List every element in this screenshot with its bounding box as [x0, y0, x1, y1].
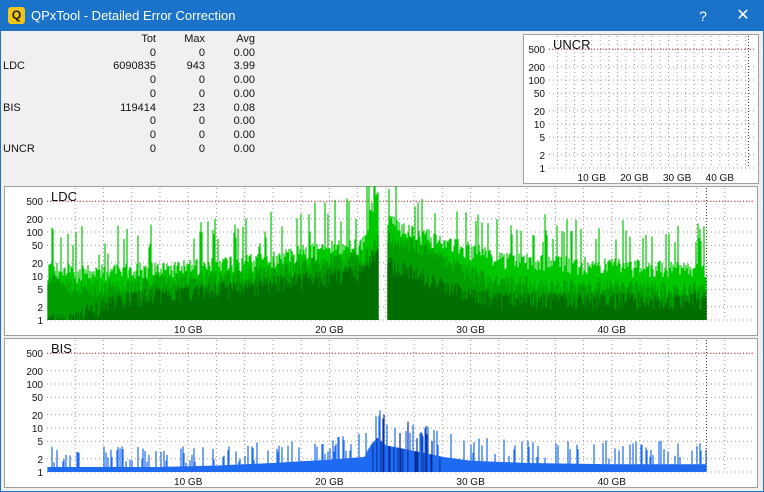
bis-ytick-label: 10	[32, 424, 44, 435]
stats-header-row: Tot Max Avg	[3, 33, 255, 47]
stats-row: 0 0 0.00	[3, 47, 255, 61]
stats-row: 0 0 0.00	[3, 88, 255, 102]
stats-max: 943	[186, 60, 205, 73]
ldc-title: LDC	[51, 189, 77, 204]
bis-xtick-label: 40 GB	[598, 477, 627, 488]
stats-row: 0 0 0.00	[3, 129, 255, 143]
stats-row: 0 0 0.00	[3, 115, 255, 129]
stats-row: UNCR 0 0 0.00	[3, 143, 255, 157]
close-button[interactable]: ✕	[731, 5, 755, 27]
ldc-ytick-label: 100	[26, 228, 43, 239]
stats-max: 0	[198, 142, 205, 155]
stats-label: UNCR	[3, 142, 35, 155]
bis-ytick-label: 20	[32, 411, 44, 422]
stats-tot: 119414	[120, 101, 156, 114]
stats-tot: 0	[149, 142, 156, 155]
stats-max: 0	[198, 128, 205, 141]
stats-max: 0	[198, 74, 205, 87]
stats-avg: 0.00	[233, 128, 255, 141]
ldc-ytick-label: 200	[26, 215, 43, 226]
stats-row: BIS 119414 23 0.08	[3, 102, 255, 116]
stats-avg: 0.00	[233, 115, 255, 128]
uncr-ytick-label: 200	[528, 63, 545, 74]
stats-avg: 0.00	[233, 142, 255, 155]
bis-xtick-label: 10 GB	[174, 477, 203, 488]
qpxtool-window: Q QPxTool - Detailed Error Correction ? …	[0, 0, 764, 492]
stats-tot: 0	[149, 115, 156, 128]
title-bar: Q QPxTool - Detailed Error Correction ? …	[1, 1, 763, 31]
ldc-xtick-label: 20 GB	[315, 325, 344, 336]
stats-avg: 0.00	[233, 87, 255, 100]
stats-row: 0 0 0.00	[3, 74, 255, 88]
uncr-xtick-label: 40 GB	[706, 173, 735, 184]
ldc-xtick-label: 30 GB	[456, 325, 485, 336]
uncr-ytick-label: 100	[528, 76, 545, 87]
ldc-xtick-label: 40 GB	[598, 325, 627, 336]
ldc-chart: 500 200 100 50 20 10 5 2 1 10 GB 20 GB 30 GB 40 GB LD…	[4, 186, 758, 336]
ldc-ytick-label: 1	[37, 316, 43, 327]
ldc-ytick-label: 5	[37, 285, 43, 296]
bis-ytick-label: 100	[26, 380, 43, 391]
ldc-xtick-label: 10 GB	[174, 325, 203, 336]
bis-xtick-label: 30 GB	[456, 477, 485, 488]
uncr-ytick-label: 500	[528, 45, 545, 56]
stats-avg: 0.00	[233, 74, 255, 87]
stats-max: 0	[198, 87, 205, 100]
bis-chart: 500 200 100 50 20 10 5 2 1 10 GB 20 GB 30 GB 40 GB BI…	[4, 338, 758, 488]
stats-label	[3, 88, 59, 102]
stats-label	[3, 74, 59, 88]
stats-tot: 0	[149, 74, 156, 87]
stats-tot: 0	[149, 128, 156, 141]
ldc-ytick-label: 50	[32, 241, 44, 252]
uncr-xtick-label: 20 GB	[620, 173, 649, 184]
window-title: QPxTool - Detailed Error Correction	[31, 8, 236, 23]
stats-max: 0	[198, 115, 205, 128]
stats-avg: 0.00	[233, 46, 255, 59]
uncr-frame	[523, 34, 759, 184]
stats-label	[3, 47, 59, 61]
uncr-ytick-label: 1	[539, 164, 545, 175]
uncr-xtick-label: 10 GB	[578, 173, 607, 184]
uncr-xtick-label: 30 GB	[663, 173, 692, 184]
error-stats-table: Tot Max Avg 0 0 0.00 LDC 6090835 943 3.99 0 0 0.0…	[3, 33, 255, 156]
stats-label: BIS	[3, 101, 21, 114]
ldc-ytick-label: 20	[32, 259, 44, 270]
bis-ytick-label: 200	[26, 367, 43, 378]
uncr-ytick-label: 10	[534, 120, 546, 131]
stats-max: 23	[192, 101, 205, 114]
bis-ytick-label: 500	[26, 349, 43, 360]
stats-label	[3, 115, 59, 129]
bis-ytick-label: 50	[32, 393, 44, 404]
stats-header-label	[3, 33, 59, 47]
uncr-chart: 500 200 100 50 20 10 5 2 1 10 GB 20 GB 30 GB 40 GB UN…	[523, 34, 759, 184]
bis-title: BIS	[51, 341, 72, 356]
stats-max: 0	[198, 46, 205, 59]
uncr-ytick-label: 2	[539, 151, 545, 162]
qpxtool-logo-icon: Q	[8, 7, 25, 24]
stats-label: LDC	[3, 60, 26, 73]
stats-header-tot: Tot	[141, 33, 156, 45]
stats-row: LDC 6090835 943 3.99	[3, 60, 255, 74]
bis-ytick-label: 2	[37, 455, 43, 466]
stats-avg: 3.99	[233, 60, 255, 73]
bis-ytick-label: 1	[37, 468, 43, 479]
uncr-ytick-label: 5	[539, 133, 545, 144]
stats-tot: 0	[149, 87, 156, 100]
stats-avg: 0.08	[233, 101, 255, 114]
bis-ytick-label: 5	[37, 437, 43, 448]
ldc-ytick-label: 10	[32, 272, 44, 283]
stats-header-avg: Avg	[236, 33, 255, 45]
help-button[interactable]: ?	[691, 5, 715, 27]
stats-label	[3, 129, 59, 143]
stats-tot: 6090835	[113, 60, 156, 73]
uncr-ytick-label: 50	[534, 89, 546, 100]
uncr-ytick-label: 20	[534, 107, 546, 118]
uncr-title: UNCR	[553, 37, 591, 52]
stats-header-max: Max	[184, 33, 205, 45]
stats-tot: 0	[149, 46, 156, 59]
bis-xtick-label: 20 GB	[315, 477, 344, 488]
ldc-ytick-label: 500	[26, 197, 43, 208]
ldc-ytick-label: 2	[37, 303, 43, 314]
